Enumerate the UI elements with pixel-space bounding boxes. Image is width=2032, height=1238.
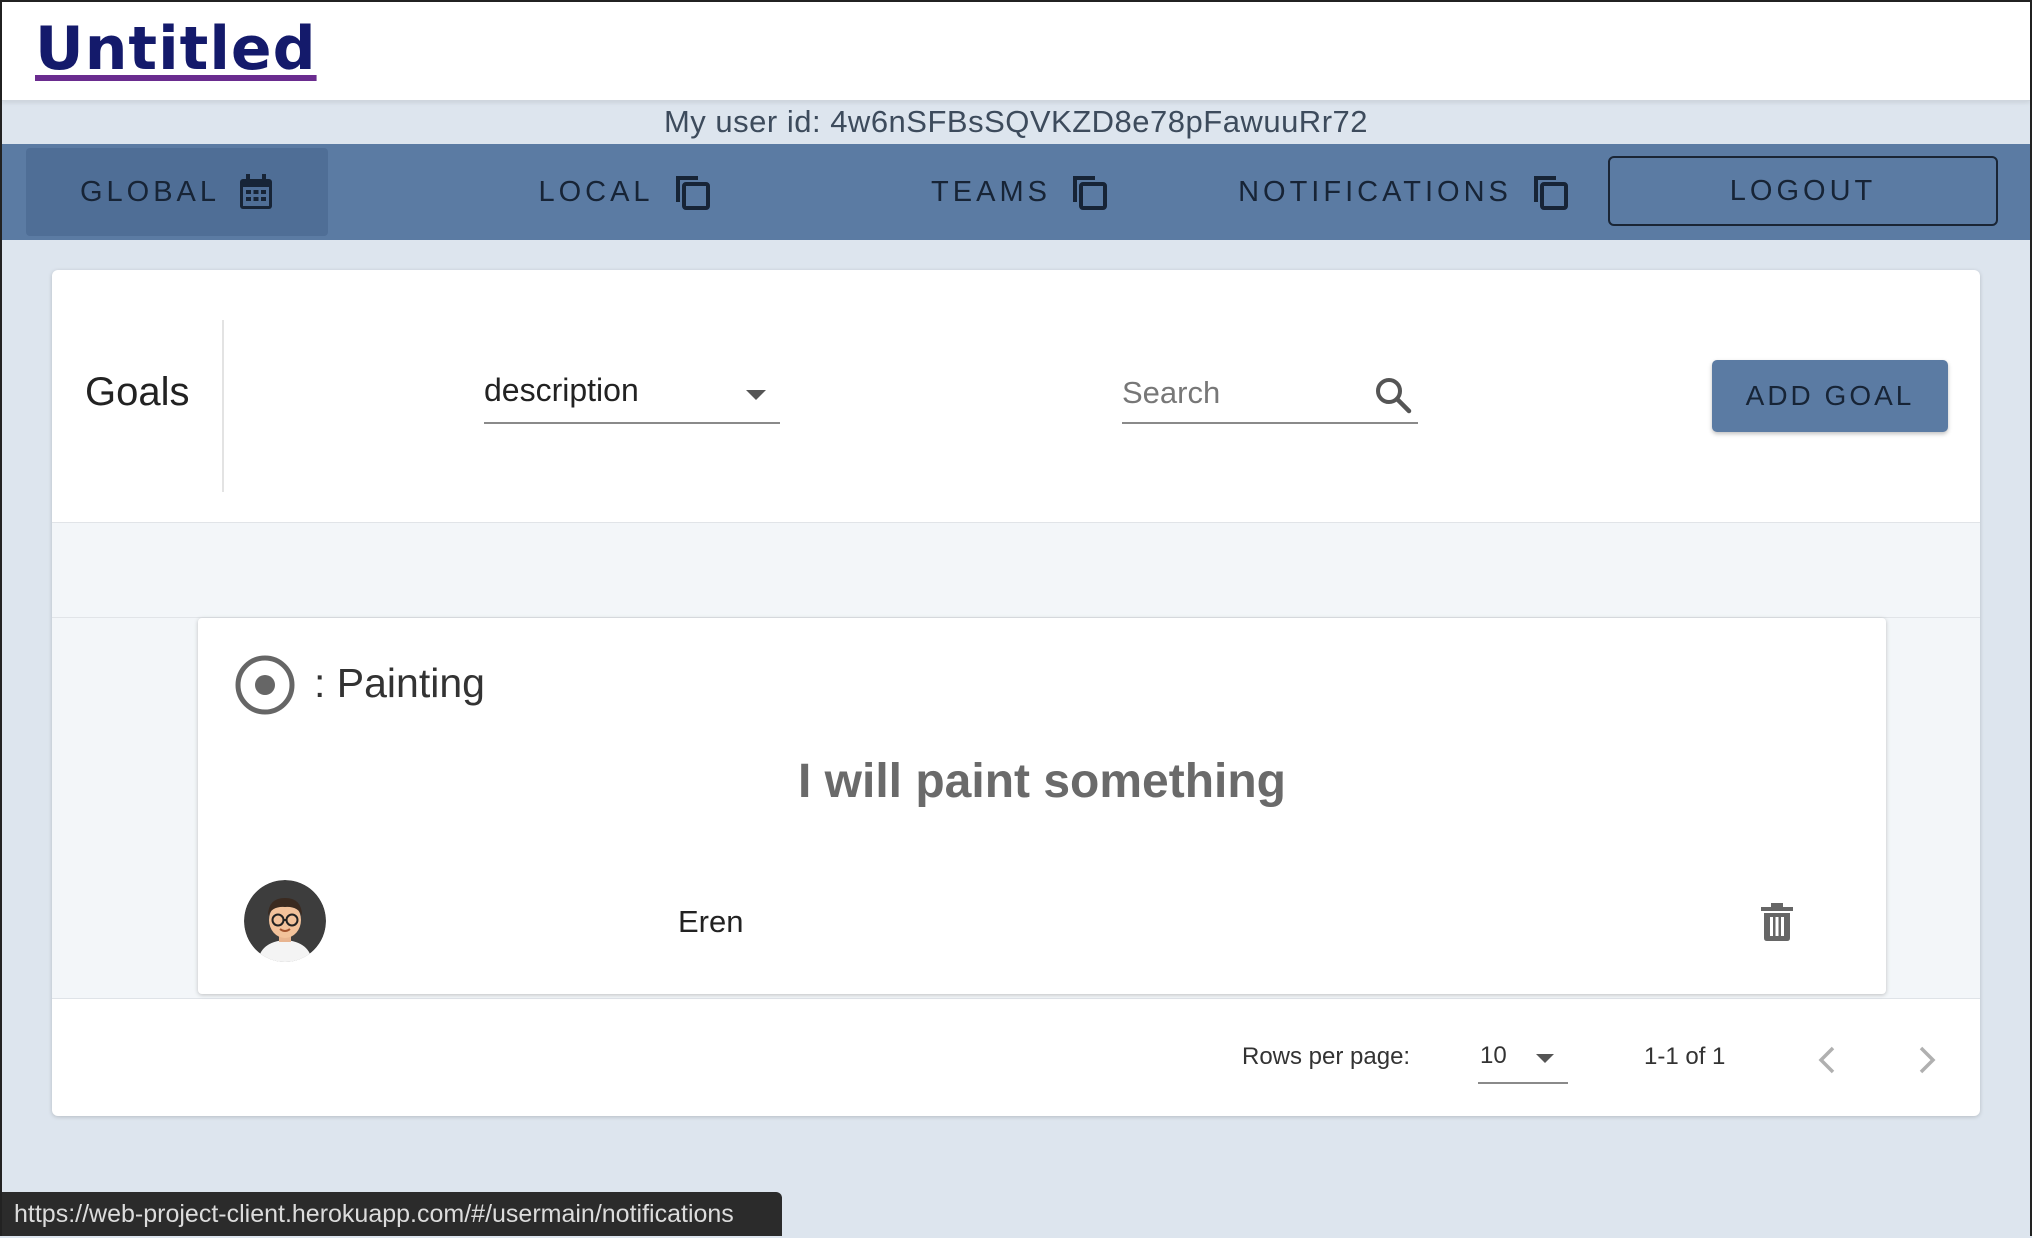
radio-checked-icon[interactable] bbox=[234, 654, 296, 721]
status-bar-url: https://web-project-client.herokuapp.com… bbox=[2, 1192, 782, 1236]
rows-per-page-label: Rows per page: bbox=[1242, 1043, 1411, 1070]
tab-global-label: GLOBAL bbox=[79, 175, 221, 208]
search-icon[interactable] bbox=[1374, 376, 1412, 419]
goal-user-name: Eren bbox=[678, 904, 744, 939]
chevron-right-icon[interactable] bbox=[1912, 1038, 1942, 1087]
copy-icon bbox=[1530, 172, 1570, 212]
table-header-band bbox=[52, 523, 1980, 618]
goal-card: : Painting I will paint something Eren bbox=[198, 618, 1886, 994]
copy-icon bbox=[1069, 172, 1109, 212]
goals-toolbar: Goals description ADD GOAL bbox=[52, 270, 1980, 523]
calendar-icon bbox=[238, 173, 274, 211]
search-input[interactable] bbox=[1122, 368, 1352, 418]
filter-select-value: description bbox=[484, 372, 639, 408]
tab-notifications[interactable]: NOTIFICATIONS bbox=[1214, 148, 1594, 236]
goal-category: : Painting bbox=[314, 660, 485, 706]
app-title-link[interactable]: Untitled bbox=[35, 14, 317, 84]
tab-local[interactable]: LOCAL bbox=[420, 148, 830, 236]
filter-select[interactable]: description bbox=[484, 368, 780, 424]
toolbar-divider bbox=[222, 320, 224, 492]
goals-title: Goals bbox=[85, 370, 190, 414]
tab-local-label: LOCAL bbox=[538, 175, 654, 208]
app-header: Untitled bbox=[2, 2, 2030, 101]
tab-notifications-label: NOTIFICATIONS bbox=[1238, 175, 1512, 208]
copy-icon bbox=[672, 172, 712, 212]
search-field bbox=[1122, 368, 1418, 424]
pagination-range: 1-1 of 1 bbox=[1644, 1043, 1726, 1070]
chevron-down-icon bbox=[1536, 1054, 1554, 1063]
goal-description: I will paint something bbox=[797, 755, 1286, 808]
table-pagination: Rows per page: 10 1-1 of 1 bbox=[52, 1000, 1980, 1116]
trash-icon[interactable] bbox=[1760, 902, 1794, 947]
tab-global[interactable]: GLOBAL bbox=[26, 148, 328, 236]
logout-button[interactable]: LOGOUT bbox=[1608, 156, 1998, 226]
top-navbar: GLOBAL LOCAL TEAMS NOTIFICATIONS LOGOUT bbox=[2, 144, 2030, 240]
tab-teams-label: TEAMS bbox=[931, 175, 1051, 208]
chevron-left-icon[interactable] bbox=[1812, 1038, 1842, 1087]
user-id-text: My user id: 4w6nSFBsSQVKZD8e78pFawuuRr72 bbox=[663, 104, 1368, 139]
rows-per-page-value: 10 bbox=[1480, 1042, 1507, 1069]
chevron-down-icon bbox=[746, 390, 766, 400]
rows-per-page-select[interactable]: 10 bbox=[1478, 1038, 1568, 1084]
tab-teams[interactable]: TEAMS bbox=[830, 148, 1210, 236]
add-goal-button[interactable]: ADD GOAL bbox=[1712, 360, 1948, 432]
avatar bbox=[244, 880, 326, 962]
goals-card: Goals description ADD GOAL : Painting I … bbox=[52, 270, 1980, 1116]
